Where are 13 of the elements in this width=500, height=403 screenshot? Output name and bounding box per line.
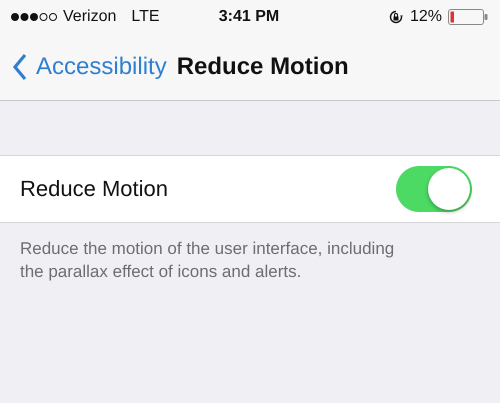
battery-icon <box>448 9 488 25</box>
back-button[interactable]: Accessibility <box>12 53 167 81</box>
carrier-name: Verizon <box>63 8 116 26</box>
network-type: LTE <box>131 8 160 26</box>
toggle-switch[interactable] <box>396 166 472 212</box>
chevron-icon <box>12 53 28 81</box>
footer-text: Reduce the motion of the user interface, including the parallax effect of icons and alerts. <box>20 238 396 283</box>
rotation-lock-icon <box>388 9 404 25</box>
setting-label: Reduce Motion <box>20 176 168 202</box>
battery-percent: 12% <box>410 8 442 26</box>
status-time: 3:41 PM <box>218 8 280 26</box>
signal-icon <box>10 12 58 22</box>
page-title: Reduce Motion <box>176 53 349 81</box>
